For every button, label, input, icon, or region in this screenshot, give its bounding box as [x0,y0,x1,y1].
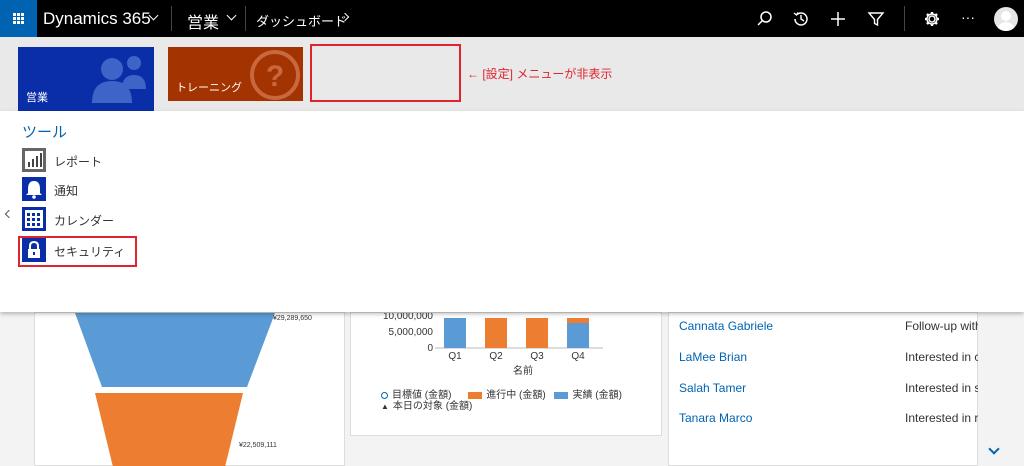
x-tick-label: Q3 [530,351,544,362]
funnel-value-label: ¥22,509,111 [239,442,277,449]
waffle-icon[interactable] [0,0,37,37]
hidden-settings-highlight [310,44,461,102]
divider [904,6,905,31]
bar [567,323,589,348]
x-tick-label: Q4 [571,351,585,362]
activity-subject: Interested in c [905,350,979,364]
activity-regarding-link[interactable]: LaMee Brian [679,350,747,364]
activity-subject: Interested in r [905,411,979,425]
ellipsis-icon[interactable]: ··· [961,9,975,25]
tile-sales[interactable]: 営業 [18,47,154,111]
quota-bar-chart: 10,000,000 5,000,000 0 Q1 Q2 Q3 Q4 名前 [383,313,603,377]
bar [567,318,589,323]
security-highlight [18,236,137,267]
funnel-chart-card: ¥29,289,650 ¥22,509,111 [34,312,345,466]
tools-menu-panel: ツール レポート 通知 カレンダー セキュリティ [0,111,1024,312]
tile-sales-label: 営業 [26,92,48,104]
area-chevron-down-icon[interactable] [226,10,237,21]
dashboard-area: ¥29,289,650 ¥22,509,111 10,000,000 5,000,… [0,312,1024,466]
user-avatar-icon[interactable] [994,7,1018,31]
panel-heading: ツール [22,124,68,141]
activity-regarding-link[interactable]: Salah Tamer [679,381,746,395]
tool-item-label: レポート [54,155,103,169]
x-tick-label: Q1 [448,351,462,362]
plus-icon[interactable] [827,8,849,30]
history-icon[interactable] [790,8,812,30]
legend-row: ▲ 本日の対象 (金額) [381,397,472,412]
bar [526,318,548,348]
activity-subject: Interested in s [905,381,979,395]
funnel-segment-1[interactable] [75,313,275,387]
y-tick-label: 0 [427,343,433,354]
legend-item-actual[interactable]: 実績 (金額) [554,390,622,401]
question-mark-icon: ? [250,50,300,100]
calendar-icon [22,207,46,231]
area-name[interactable]: 営業 [187,9,219,33]
tool-item-label: 通知 [54,184,79,198]
app-tile-strip: 営業 ? トレーニング ← [設定] メニューが非表示 [0,37,1024,111]
legend-item-today[interactable]: ▲ 本日の対象 (金額) [381,401,472,412]
activities-list-card: Cannata Gabriele Follow-up with LaMee Br… [668,312,979,466]
tool-item-label: カレンダー [54,214,115,228]
search-icon[interactable] [754,8,776,30]
funnel-segment-2[interactable] [95,393,243,466]
funnel-chart [75,313,275,466]
chevron-left-icon[interactable] [4,209,14,219]
activity-regarding-link[interactable]: Tanara Marco [679,411,752,425]
activity-regarding-link[interactable]: Cannata Gabriele [679,319,773,333]
x-tick-label: Q2 [489,351,503,362]
app-name[interactable]: Dynamics 365 [43,9,151,29]
tile-training-label: トレーニング [176,82,242,94]
x-axis-label: 名前 [513,364,533,377]
top-nav-bar: Dynamics 365 営業 ダッシュボード ··· [0,0,1024,37]
tile-training[interactable]: ? トレーニング [168,47,303,101]
legend-item-inprogress[interactable]: 進行中 (金額) [468,390,546,401]
scrollbar[interactable] [978,312,992,466]
bar [444,318,466,348]
breadcrumb[interactable]: ダッシュボード [256,11,347,30]
quota-chart-card: 10,000,000 5,000,000 0 Q1 Q2 Q3 Q4 名前 目標値 (金額) … [350,312,662,436]
annotation-callout: ← [設定] メニューが非表示 [467,67,613,81]
activity-subject: Follow-up with [905,319,979,333]
divider [171,6,172,31]
report-icon [22,148,46,172]
bar [485,318,507,348]
svg-text:?: ? [266,60,284,93]
people-icon [92,56,146,103]
divider [245,6,246,31]
y-tick-label: 5,000,000 [389,327,434,338]
bell-icon [22,177,46,201]
funnel-value-label: ¥29,289,650 [273,315,312,322]
y-tick-label: 10,000,000 [383,313,433,322]
gear-icon[interactable] [921,8,943,30]
filter-icon[interactable] [865,8,887,30]
